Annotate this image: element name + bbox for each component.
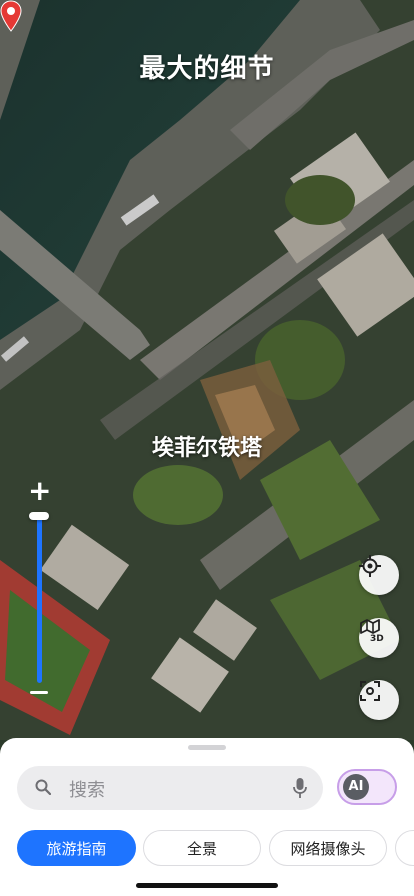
map-3d-icon: 3D	[360, 619, 384, 642]
category-chips: 旅游指南 全景 网络摄像头	[17, 830, 414, 868]
zoom-slider-track[interactable]	[37, 515, 42, 683]
ai-label: AI	[343, 774, 369, 800]
location-pin-icon[interactable]	[0, 0, 22, 32]
search-input[interactable]: 搜索	[69, 776, 105, 802]
chip-webcam[interactable]: 网络摄像头	[269, 830, 387, 866]
search-icon	[35, 779, 51, 795]
satellite-imagery	[0, 0, 414, 740]
fullscreen-icon	[360, 681, 380, 701]
microphone-icon[interactable]	[293, 777, 307, 799]
zoom-in-button[interactable]: +	[28, 477, 51, 505]
locate-icon	[359, 555, 381, 577]
chip-travel-guide[interactable]: 旅游指南	[17, 830, 136, 866]
fullscreen-button[interactable]	[359, 680, 399, 720]
satellite-map[interactable]: 最大的细节 埃菲尔铁塔 + 3D	[0, 0, 414, 740]
place-label[interactable]: 埃菲尔铁塔	[132, 430, 282, 462]
chip-more[interactable]	[395, 830, 414, 866]
map-headline: 最大的细节	[139, 54, 275, 84]
home-indicator	[136, 883, 278, 888]
zoom-slider-handle[interactable]	[29, 512, 49, 520]
search-bar[interactable]: 搜索	[17, 766, 323, 810]
zoom-out-button[interactable]	[30, 691, 48, 694]
locate-button[interactable]	[359, 555, 399, 595]
chip-panorama[interactable]: 全景	[143, 830, 261, 866]
ai-button[interactable]: AI	[337, 769, 397, 805]
sheet-grabber[interactable]	[188, 745, 226, 750]
map-3d-button[interactable]: 3D	[359, 618, 399, 658]
svg-text:3D: 3D	[370, 634, 384, 642]
bottom-sheet[interactable]: 搜索 AI 旅游指南 全景 网络摄像头	[0, 738, 414, 896]
